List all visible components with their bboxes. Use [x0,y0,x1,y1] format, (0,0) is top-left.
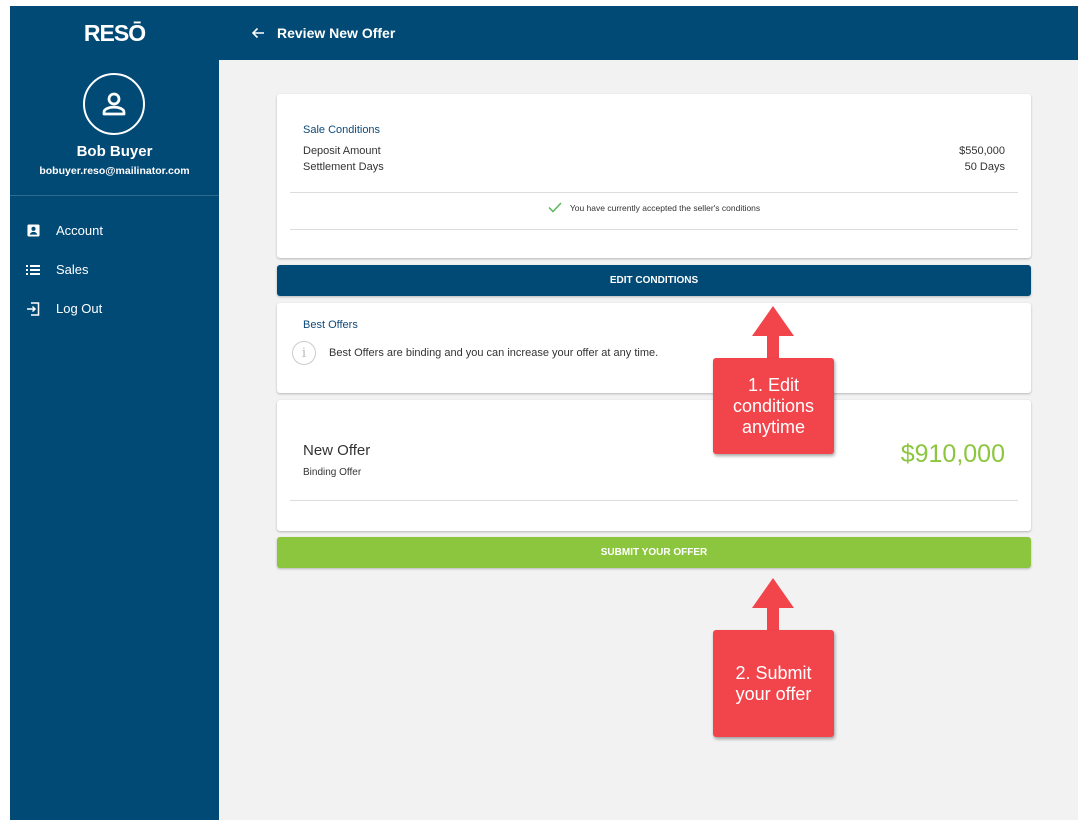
sidebar-nav: Account Sales Log Out [10,211,219,328]
new-offer-card: New Offer Binding Offer $910,000 [277,400,1031,531]
condition-value: $550,000 [959,145,1005,157]
avatar [83,73,145,135]
annotation-arrow-up-icon [752,578,794,632]
sale-conditions-card: Sale Conditions Deposit Amount $550,000 … [277,94,1031,258]
offer-title: New Offer [303,442,371,459]
callout-line: conditions [732,395,815,416]
accepted-notice: You have currently accepted the seller's… [277,202,1031,213]
divider [290,229,1018,230]
sidebar-item-account[interactable]: Account [10,211,219,250]
best-offers-info: i Best Offers are binding and you can in… [292,341,658,365]
sidebar-item-label: Log Out [56,301,103,316]
logo-text: RESŌ [83,19,146,46]
callout-line: 1. Edit [747,374,800,395]
edit-conditions-button[interactable]: EDIT CONDITIONS [277,265,1031,296]
accepted-text: You have currently accepted the seller's… [569,202,761,213]
callout-line: your offer [735,683,812,704]
divider [290,500,1018,501]
submit-offer-button[interactable]: SUBMIT YOUR OFFER [277,537,1031,568]
page-title: Review New Offer [277,25,396,41]
logout-icon [26,301,40,316]
callout-line: 2. Submit [735,662,812,683]
condition-row: Deposit Amount $550,000 [303,145,1005,157]
condition-label: Settlement Days [303,161,384,173]
list-icon [26,263,40,277]
sidebar-item-logout[interactable]: Log Out [10,289,219,328]
offer-amount: $910,000 [900,440,1005,468]
checkmark-icon [548,202,562,213]
annotation-callout-edit: 1. Edit conditions anytime [713,358,834,454]
app-window: RESŌ Bob Buyer bobuyer.reso@mailinator.c… [10,6,1078,820]
annotation-callout-submit: 2. Submit your offer [713,630,834,737]
user-name: Bob Buyer [76,143,153,160]
sidebar: RESŌ Bob Buyer bobuyer.reso@mailinator.c… [10,6,219,820]
best-offers-card: Best Offers i Best Offers are binding an… [277,303,1031,393]
back-arrow-icon[interactable] [249,24,267,42]
divider [290,192,1018,193]
condition-value: 50 Days [964,161,1005,173]
sidebar-item-label: Account [56,223,103,238]
condition-label: Deposit Amount [303,145,381,157]
user-icon [102,92,126,116]
annotation-arrow-up-icon [752,306,794,360]
user-email: bobuyer.reso@mailinator.com [39,165,190,177]
condition-row: Settlement Days 50 Days [303,161,1005,173]
best-offers-info-text: Best Offers are binding and you can incr… [329,347,659,359]
top-bar: Review New Offer [219,6,1078,60]
sidebar-item-label: Sales [56,262,89,277]
sidebar-divider [10,195,219,196]
callout-line: anytime [741,416,806,437]
sale-conditions-heading: Sale Conditions [303,124,381,136]
best-offers-heading: Best Offers [303,319,358,331]
info-icon: i [292,341,316,365]
sidebar-item-sales[interactable]: Sales [10,250,219,289]
offer-subtitle: Binding Offer [303,467,362,478]
account-box-icon [26,224,40,238]
logo: RESŌ [10,6,219,60]
